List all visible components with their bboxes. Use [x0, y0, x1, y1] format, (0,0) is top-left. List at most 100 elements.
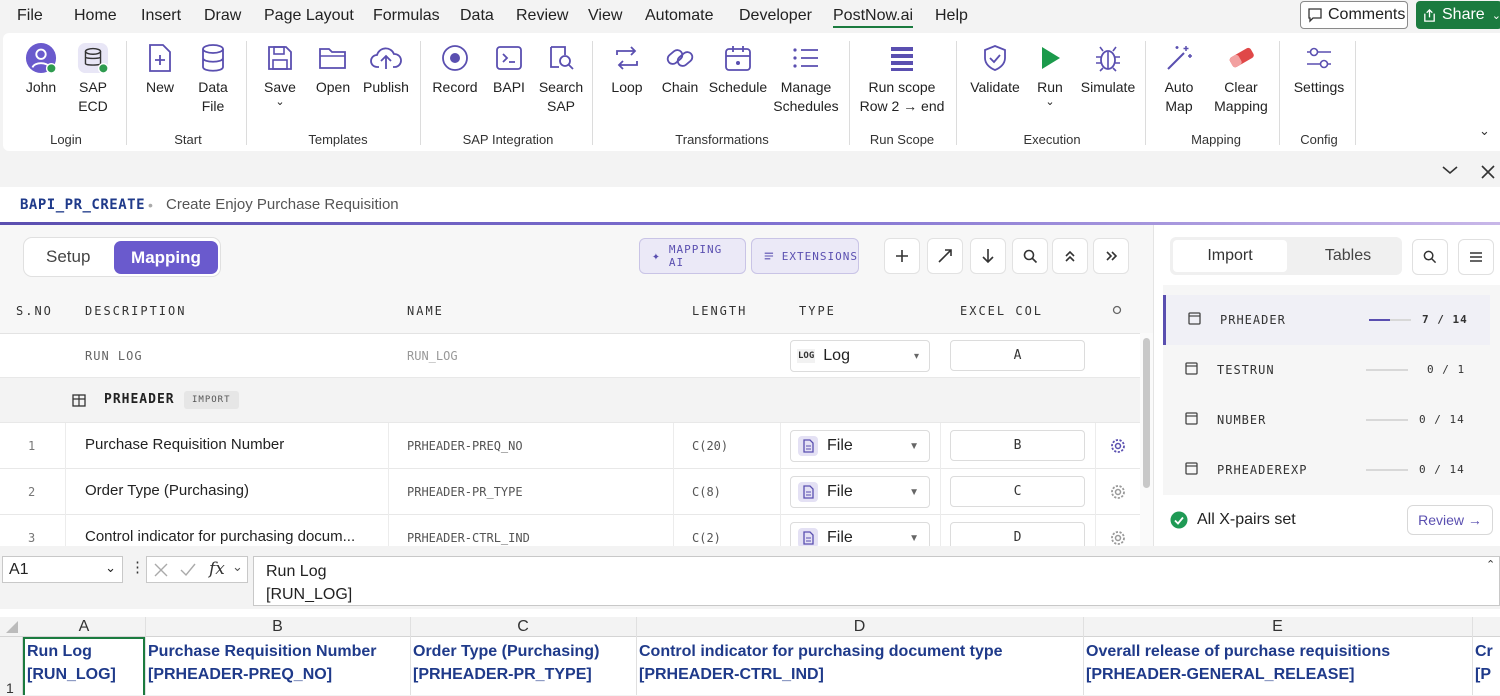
expand-button[interactable]: [927, 238, 963, 274]
function-icon[interactable]: fx: [209, 559, 225, 579]
bapi-button[interactable]: BAPI: [489, 42, 529, 97]
column-header-c[interactable]: C: [410, 618, 636, 636]
add-row-button[interactable]: [884, 238, 920, 274]
clear-mapping-button[interactable]: Clear Mapping: [1209, 42, 1273, 116]
simulate-button[interactable]: Simulate: [1077, 42, 1139, 97]
grid-cell-c1[interactable]: Order Type (Purchasing) [PRHEADER-PR_TYPE…: [413, 640, 599, 686]
settings-button[interactable]: Settings: [1289, 42, 1349, 97]
formula-input[interactable]: Run Log [RUN_LOG]: [253, 556, 1500, 606]
ribbon-collapse-icon[interactable]: ⌄: [1479, 123, 1490, 139]
runlog-excel-col[interactable]: A: [950, 340, 1085, 371]
record-button[interactable]: Record: [431, 42, 479, 97]
confirm-icon[interactable]: [180, 563, 196, 577]
menu-formulas[interactable]: Formulas: [373, 7, 440, 25]
share-button[interactable]: Share ⌄: [1416, 1, 1500, 29]
column-header-e[interactable]: E: [1083, 618, 1472, 636]
grid-cell-a1[interactable]: Run Log [RUN_LOG]: [27, 640, 116, 686]
menu-review[interactable]: Review: [516, 7, 568, 25]
menu-automate[interactable]: Automate: [645, 7, 713, 25]
review-button[interactable]: Review →: [1407, 505, 1493, 535]
table-scrollbar-thumb[interactable]: [1143, 338, 1150, 488]
list-item-number[interactable]: NUMBER 0 / 14: [1163, 395, 1490, 445]
cancel-icon[interactable]: [154, 563, 168, 577]
auto-map-button[interactable]: Auto Map: [1159, 42, 1199, 116]
grid-cell-f1[interactable]: Cr [P: [1475, 640, 1500, 686]
cell-line-2: [PRHEADER-PR_TYPE]: [413, 666, 592, 683]
menu-draw[interactable]: Draw: [204, 7, 241, 25]
pane-collapse-icon[interactable]: [1441, 164, 1459, 176]
runlog-type-select[interactable]: LOG Log ▾: [790, 340, 930, 372]
menu-help[interactable]: Help: [935, 7, 968, 25]
menu-home[interactable]: Home: [74, 7, 117, 25]
table-menu-button[interactable]: [1458, 239, 1494, 275]
collapse-all-button[interactable]: [1052, 238, 1088, 274]
row-type-select[interactable]: File ▼: [790, 476, 930, 508]
column-header-d[interactable]: D: [636, 618, 1083, 636]
save-button[interactable]: Save ⌄: [263, 42, 297, 108]
name-box[interactable]: A1 ⌄: [2, 556, 123, 583]
validate-button[interactable]: Validate: [967, 42, 1023, 97]
list-item-testrun[interactable]: TESTRUN 0 / 1: [1163, 345, 1490, 395]
table-name: TESTRUN: [1217, 363, 1275, 377]
table-name: PRHEADEREXP: [1217, 463, 1308, 477]
column-header-a[interactable]: A: [23, 618, 145, 636]
extensions-button[interactable]: EXTENSIONS: [751, 238, 859, 274]
table-count: 0 / 14: [1419, 413, 1465, 426]
new-button[interactable]: New: [143, 42, 177, 97]
menu-postnow[interactable]: PostNow.ai: [833, 7, 914, 28]
publish-button[interactable]: Publish: [361, 42, 411, 97]
tab-mapping[interactable]: Mapping: [114, 241, 218, 274]
menu-developer[interactable]: Developer: [739, 7, 812, 25]
row-type-select[interactable]: File ▼: [790, 430, 930, 462]
file-icon: [798, 482, 818, 502]
gear-icon[interactable]: [1110, 530, 1126, 546]
mapping-ai-button[interactable]: ✦ MAPPING AI: [639, 238, 746, 274]
search-sap-button[interactable]: Search SAP: [535, 42, 587, 116]
list-item-prheaderexp[interactable]: PRHEADEREXP 0 / 14: [1163, 445, 1490, 495]
grid-cell-e1[interactable]: Overall release of purchase requisitions…: [1086, 640, 1390, 686]
list-item-prheader[interactable]: PRHEADER 7 / 14: [1163, 295, 1490, 345]
grid-cell-d1[interactable]: Control indicator for purchasing documen…: [639, 640, 1003, 686]
loop-button[interactable]: Loop: [607, 42, 647, 97]
menu-file[interactable]: File: [17, 7, 43, 25]
search-button[interactable]: [1012, 238, 1048, 274]
grid-cell-b1[interactable]: Purchase Requisition Number [PRHEADER-PRE…: [148, 640, 377, 686]
run-button[interactable]: Run ⌄: [1033, 42, 1067, 108]
menu-page-layout[interactable]: Page Layout: [264, 7, 354, 25]
sap-ecd-button[interactable]: SAP ECD: [73, 42, 113, 116]
move-down-button[interactable]: [970, 238, 1006, 274]
more-options-icon[interactable]: ⋮: [130, 558, 145, 576]
row-header[interactable]: 1: [0, 637, 23, 696]
tab-setup[interactable]: Setup: [46, 247, 90, 267]
menu-view[interactable]: View: [588, 7, 622, 25]
john-button[interactable]: John: [23, 42, 59, 97]
tab-import[interactable]: Import: [1173, 240, 1287, 272]
gear-icon[interactable]: [1110, 484, 1126, 500]
comments-button[interactable]: Comments: [1300, 1, 1408, 29]
next-button[interactable]: [1093, 238, 1129, 274]
validate-label: Validate: [970, 79, 1020, 95]
section-row-prheader[interactable]: PRHEADER IMPORT: [0, 378, 1140, 423]
row-excel-col[interactable]: C: [950, 476, 1085, 507]
formula-collapse-icon[interactable]: ⌃: [1486, 558, 1495, 571]
close-icon[interactable]: [1481, 165, 1495, 179]
table-search-button[interactable]: [1412, 239, 1448, 275]
chain-button[interactable]: Chain: [657, 42, 703, 97]
column-header-b[interactable]: B: [145, 618, 410, 636]
select-all-corner[interactable]: [6, 621, 18, 633]
chevron-down-icon: ⌄: [232, 559, 243, 574]
menu-data[interactable]: Data: [460, 7, 494, 25]
row-excel-col[interactable]: B: [950, 430, 1085, 461]
data-file-button[interactable]: Data File: [193, 42, 233, 116]
schedule-button[interactable]: Schedule: [707, 42, 769, 97]
log-badge-icon: LOG: [797, 349, 816, 363]
column-settings-icon[interactable]: [1112, 305, 1122, 315]
col-header-sno: S.NO: [16, 304, 53, 318]
open-button[interactable]: Open: [313, 42, 353, 97]
manage-schedules-button[interactable]: Manage Schedules: [771, 42, 841, 116]
chevron-down-icon: ⌄: [1045, 96, 1055, 108]
gear-icon[interactable]: [1110, 438, 1126, 454]
run-scope-button[interactable]: Run scope Row 2 → end: [855, 42, 949, 116]
menu-insert[interactable]: Insert: [141, 7, 181, 25]
tab-tables[interactable]: Tables: [1298, 240, 1398, 272]
